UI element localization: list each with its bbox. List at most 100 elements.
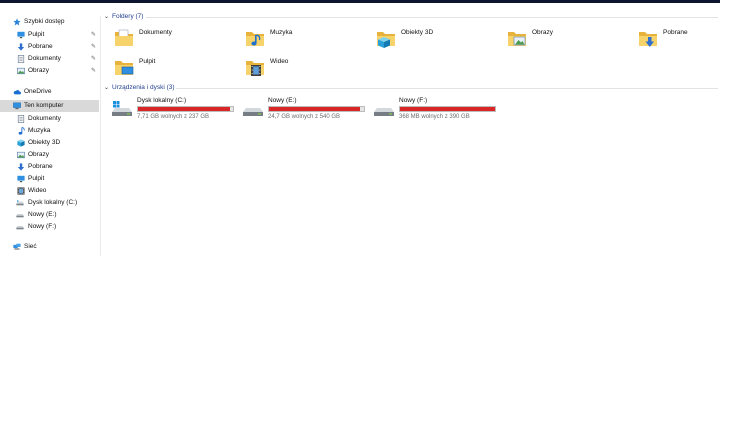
drive-e[interactable]: Nowy (E:) 24,7 GB wolnych z 540 GB — [242, 97, 372, 122]
folder-dokumenty-label: Dokumenty — [139, 29, 172, 36]
nav-quick-pulpit-label: Pulpit — [28, 31, 45, 38]
nav-quick-pobrane[interactable]: Pobrane ✎ — [0, 41, 99, 53]
drive-f[interactable]: Nowy (F:) 368 MB wolnych z 390 GB — [373, 97, 503, 122]
pin-icon[interactable]: ✎ — [91, 65, 96, 77]
drive-icon — [16, 211, 24, 219]
drive-c-free-space: 7,71 GB wolnych z 237 GB — [137, 114, 210, 120]
drive-icon — [16, 223, 24, 231]
desktop-icon — [17, 175, 25, 183]
drive-f-name: Nowy (F:) — [399, 97, 428, 104]
nav-pc-drive-f-label: Nowy (F:) — [28, 223, 57, 230]
folder-dokumenty[interactable]: Dokumenty — [114, 28, 244, 52]
folder-pulpit-label: Pulpit — [139, 58, 156, 65]
drive-c[interactable]: Dysk lokalny (C:) 7,71 GB wolnych z 237 … — [111, 97, 241, 122]
pictures-folder-icon — [508, 32, 526, 46]
nav-pc-dokumenty-label: Dokumenty — [28, 115, 61, 122]
desktop-folder-icon — [115, 61, 134, 75]
nav-pc-wideo-label: Wideo — [28, 187, 47, 194]
video-icon — [17, 187, 25, 195]
nav-pc-drive-c[interactable]: Dysk lokalny (C:) — [0, 197, 99, 209]
music-folder-icon — [246, 32, 264, 46]
network-icon — [13, 243, 21, 251]
download-icon — [17, 43, 25, 51]
nav-pc-drive-e-label: Nowy (E:) — [28, 211, 57, 218]
drive-f-free-space: 368 MB wolnych z 390 GB — [399, 114, 470, 120]
chevron-down-icon[interactable]: ⌄ — [104, 84, 109, 91]
drive-c-usage-fill — [138, 107, 230, 111]
nav-pc-dokumenty[interactable]: Dokumenty — [0, 113, 99, 125]
nav-pc-obrazy[interactable]: Obrazy — [0, 149, 99, 161]
hdd-icon — [243, 108, 263, 116]
folder-obiekty3d[interactable]: Obiekty 3D — [376, 28, 506, 52]
downloads-folder-icon — [639, 32, 657, 47]
nav-pc-pobrane-label: Pobrane — [28, 163, 53, 170]
file-explorer-window: Szybki dostęp Pulpit ✎ Pobrane ✎ Dokumen… — [0, 3, 720, 256]
3d-objects-folder-icon — [377, 32, 395, 48]
nav-pc-obrazy-label: Obrazy — [28, 151, 49, 158]
folder-muzyka[interactable]: Muzyka — [245, 28, 375, 52]
nav-pc-drive-e[interactable]: Nowy (E:) — [0, 209, 99, 221]
folder-obrazy[interactable]: Obrazy — [507, 28, 637, 52]
chevron-down-icon[interactable]: ⌄ — [104, 13, 109, 20]
nav-pc-wideo[interactable]: Wideo — [0, 185, 99, 197]
nav-pc-muzyka[interactable]: Muzyka — [0, 125, 99, 137]
navigation-pane[interactable]: Szybki dostęp Pulpit ✎ Pobrane ✎ Dokumen… — [0, 16, 99, 256]
folder-pobrane[interactable]: Pobrane — [638, 28, 750, 52]
nav-pc-pulpit[interactable]: Pulpit — [0, 173, 99, 185]
drive-e-name: Nowy (E:) — [268, 97, 297, 104]
drives-header-label: Urządzenia i dyski (3) — [112, 84, 175, 91]
nav-pc-drive-f[interactable]: Nowy (F:) — [0, 221, 99, 233]
pictures-icon — [17, 151, 25, 159]
folder-pobrane-label: Pobrane — [663, 29, 688, 36]
nav-quick-dokumenty-label: Dokumenty — [28, 55, 61, 62]
drive-e-usage-fill — [269, 107, 360, 111]
drive-icon — [16, 199, 24, 207]
star-icon — [13, 18, 21, 26]
folders-section-header[interactable]: ⌄ Foldery (7) — [104, 13, 143, 20]
nav-quick-access[interactable]: Szybki dostęp — [0, 16, 99, 28]
pin-icon[interactable]: ✎ — [91, 29, 96, 41]
cloud-icon — [13, 88, 21, 96]
pane-divider — [100, 16, 101, 256]
music-icon — [17, 127, 25, 135]
nav-pc-drive-c-label: Dysk lokalny (C:) — [28, 199, 78, 206]
nav-network-label: Sieć — [24, 243, 37, 250]
videos-folder-icon — [246, 61, 264, 76]
pin-icon[interactable]: ✎ — [91, 53, 96, 65]
download-icon — [17, 163, 25, 171]
nav-this-pc[interactable]: Ten komputer — [0, 100, 99, 112]
drive-f-usage-bar — [399, 106, 496, 112]
nav-quick-access-label: Szybki dostęp — [24, 18, 65, 25]
nav-pc-muzyka-label: Muzyka — [28, 127, 51, 134]
nav-pc-pobrane[interactable]: Pobrane — [0, 161, 99, 173]
folder-pulpit[interactable]: Pulpit — [114, 57, 244, 81]
nav-pc-pulpit-label: Pulpit — [28, 175, 45, 182]
folder-wideo-label: Wideo — [270, 58, 289, 65]
desktop-icon — [17, 31, 25, 39]
drives-section-divider — [176, 88, 718, 89]
windows-drive-icon — [112, 101, 132, 116]
cube-icon — [17, 139, 25, 147]
nav-onedrive[interactable]: OneDrive — [0, 86, 99, 98]
folders-header-label: Foldery (7) — [112, 13, 144, 20]
computer-icon — [13, 102, 21, 110]
nav-quick-obrazy-label: Obrazy — [28, 67, 49, 74]
drives-section-header[interactable]: ⌄ Urządzenia i dyski (3) — [104, 84, 175, 91]
folder-obiekty3d-label: Obiekty 3D — [401, 29, 434, 36]
nav-this-pc-label: Ten komputer — [24, 102, 64, 109]
nav-quick-dokumenty[interactable]: Dokumenty ✎ — [0, 53, 99, 65]
drive-e-free-space: 24,7 GB wolnych z 540 GB — [268, 114, 341, 120]
folder-obrazy-label: Obrazy — [532, 29, 553, 36]
drive-c-usage-bar — [137, 106, 234, 112]
nav-quick-obrazy[interactable]: Obrazy ✎ — [0, 65, 99, 77]
nav-quick-pulpit[interactable]: Pulpit ✎ — [0, 29, 99, 41]
nav-pc-obiekty3d[interactable]: Obiekty 3D — [0, 137, 99, 149]
folders-section-divider — [146, 17, 718, 18]
drive-c-name: Dysk lokalny (C:) — [137, 97, 187, 104]
drive-f-usage-fill — [400, 107, 495, 111]
pin-icon[interactable]: ✎ — [91, 41, 96, 53]
folder-wideo[interactable]: Wideo — [245, 57, 375, 81]
nav-network[interactable]: Sieć — [0, 241, 99, 253]
document-icon — [17, 115, 25, 123]
documents-folder-icon — [115, 29, 133, 46]
